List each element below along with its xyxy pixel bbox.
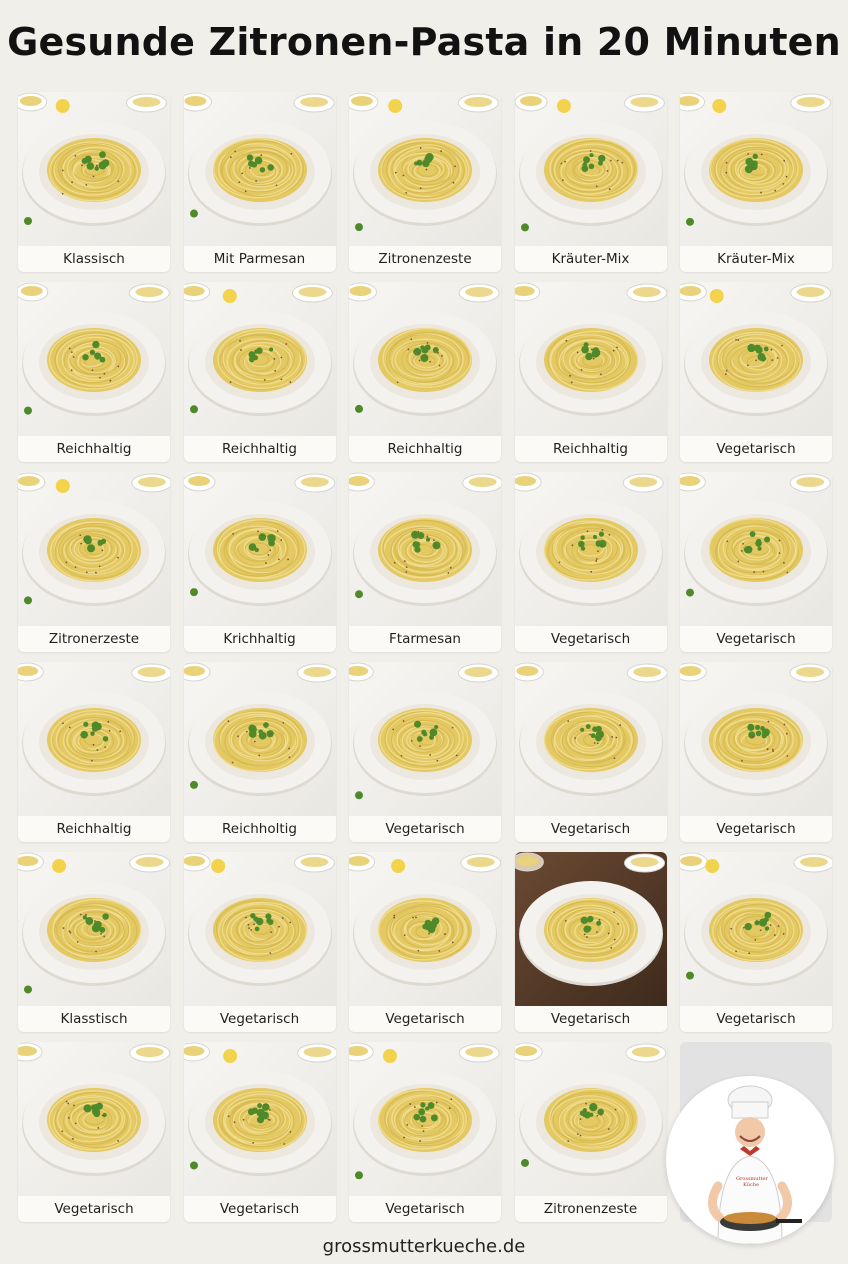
recipe-label: Vegetarisch [550,821,631,837]
recipe-label: Vegetarisch [716,1011,796,1027]
recipe-label: Reichhaltig [56,821,132,837]
recipe-card[interactable]: Vegetarisch [680,282,832,462]
recipe-label: Vegetarisch [219,1201,300,1217]
pasta-photo [680,662,832,816]
pasta-photo [18,472,170,626]
recipe-label: Kräuter-Mix [551,251,630,267]
recipe-card[interactable]: Vegetarisch [349,662,501,842]
recipe-label: Ftarmesan [389,631,461,647]
recipe-card[interactable]: Vegetarisch [349,852,501,1032]
recipe-card[interactable]: Zitronerzeste [18,472,170,652]
recipe-card[interactable]: Vegetarisch [349,1042,501,1222]
recipe-card[interactable]: Reichholtig [183,662,336,842]
pasta-photo [18,282,170,436]
recipe-label: Reichhaltig [387,441,463,457]
pasta-photo [514,472,667,626]
recipe-card[interactable]: Reichhaltig [183,282,336,462]
recipe-label: Zitronenzeste [543,1201,638,1217]
recipe-card[interactable]: Reichhaltig [18,662,170,842]
recipe-label: Vegetarisch [550,1011,631,1027]
pasta-photo [183,662,336,816]
recipe-card[interactable]: Vegetarisch [514,662,667,842]
pasta-photo [514,852,667,1006]
pasta-photo [349,852,501,1006]
recipe-label: Vegetarisch [54,1201,134,1217]
recipe-label: Reichholtig [222,821,297,837]
recipe-label: Zitronenzeste [378,251,472,267]
apron-logo: Grossmutter Küche [736,1176,768,1188]
chef-illustration [708,1085,802,1244]
pasta-photo [349,282,501,436]
pasta-photo [514,92,667,246]
recipe-label: Vegetarisch [716,821,796,837]
page-title: Gesunde Zitronen-Pasta in 20 Minuten [7,20,841,64]
pasta-photo [514,282,667,436]
recipe-label: Reichhaltig [552,441,628,457]
recipe-card[interactable]: Vegetarisch [680,662,832,842]
recipe-card[interactable]: Kräuter-Mix [680,92,832,272]
pasta-photo [349,1042,501,1196]
pasta-photo [680,472,832,626]
pasta-photo [349,472,501,626]
recipe-label: Vegetarisch [385,1011,465,1027]
pasta-photo [514,1042,667,1196]
recipe-card[interactable]: Vegetarisch [514,852,667,1032]
recipe-label: Vegetarisch [550,631,631,647]
recipe-grid: Klassisch Mit Parmesan Zitronenzeste Kräute… [18,92,834,1244]
pasta-photo [514,662,667,816]
recipe-label: Klasstisch [60,1011,128,1027]
pasta-photo [349,92,501,246]
recipe-card[interactable]: Vegetarisch [680,852,832,1032]
recipe-card[interactable]: Vegetarisch [183,852,336,1032]
chef-card: Grossmutter Küche [666,1042,834,1244]
recipe-card[interactable]: Reichhaltig [349,282,501,462]
recipe-label: Klassisch [63,251,125,267]
recipe-label: Reichhaltig [221,441,297,457]
recipe-card[interactable]: Reichhaltig [18,282,170,462]
recipe-card[interactable]: Kräuter-Mix [514,92,667,272]
recipe-card[interactable]: Ftarmesan [349,472,501,652]
recipe-card[interactable]: Vegetarisch [18,1042,170,1222]
pasta-photo [183,92,336,246]
recipe-label: Zitronerzeste [48,631,140,647]
site-url[interactable]: grossmutterkueche.de [0,1236,848,1257]
pasta-photo [183,282,336,436]
recipe-label: Krichhaltig [223,631,296,647]
recipe-label: Reichhaltig [56,441,132,457]
recipe-card[interactable]: Zitronenzeste [514,1042,667,1222]
recipe-card[interactable]: Vegetarisch [514,472,667,652]
recipe-label: Kräuter-Mix [717,251,795,267]
pasta-photo [18,1042,170,1196]
recipe-card[interactable]: Mit Parmesan [183,92,336,272]
recipe-card[interactable]: Vegetarisch [183,1042,336,1222]
pasta-photo [18,92,170,246]
recipe-label: Vegetarisch [716,631,796,647]
pasta-photo [680,282,832,436]
pasta-photo [18,662,170,816]
recipe-card[interactable]: Zitronenzeste [349,92,501,272]
recipe-label: Vegetarisch [385,821,465,837]
chef-avatar: Grossmutter Küche [666,1076,834,1244]
pasta-photo [680,92,832,246]
recipe-label: Mit Parmesan [213,251,306,267]
recipe-card[interactable]: Reichhaltig [514,282,667,462]
recipe-label: Vegetarisch [385,1201,465,1217]
pasta-photo [349,662,501,816]
recipe-card[interactable]: Klassisch [18,92,170,272]
recipe-card[interactable]: Vegetarisch [680,472,832,652]
pasta-photo [18,852,170,1006]
recipe-label: Vegetarisch [716,441,796,457]
recipe-label: Vegetarisch [219,1011,300,1027]
pasta-photo [680,852,832,1006]
pasta-photo [183,472,336,626]
pasta-photo [183,1042,336,1196]
pasta-photo [183,852,336,1006]
recipe-card[interactable]: Krichhaltig [183,472,336,652]
recipe-card[interactable]: Klasstisch [18,852,170,1032]
